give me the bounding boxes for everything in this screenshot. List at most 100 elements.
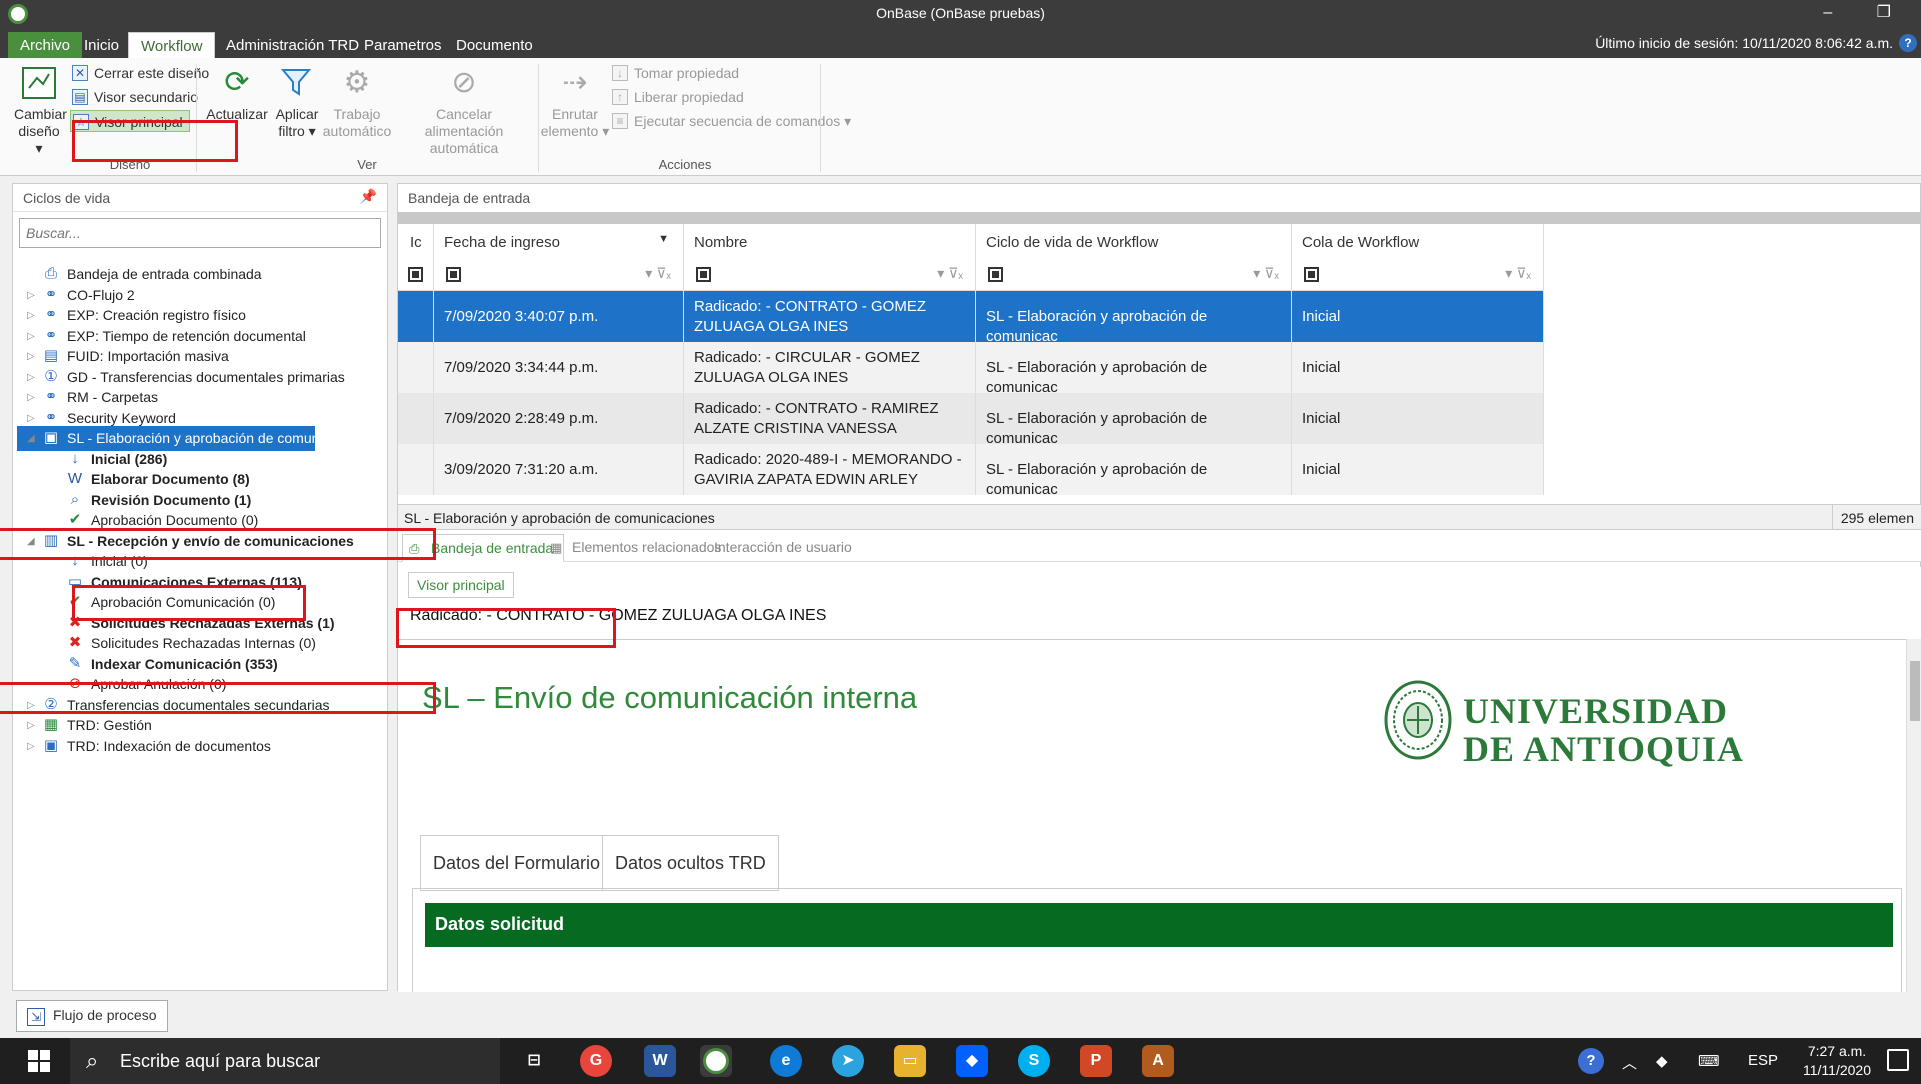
tab-inicio[interactable]: Inicio bbox=[72, 32, 131, 58]
subtab-interaccion[interactable]: Interacción de usuario bbox=[704, 534, 862, 562]
document-viewer: Visor principal Radicado: - CONTRATO - G… bbox=[398, 567, 1921, 992]
tree-item-label: TRD: Indexación de documentos bbox=[67, 737, 271, 754]
window-controls[interactable]: – ❐ bbox=[1823, 2, 1911, 22]
edge-icon[interactable]: e bbox=[770, 1045, 802, 1077]
task-view-icon[interactable]: ⊟ bbox=[518, 1045, 550, 1077]
column-header-nombre[interactable]: Nombre bbox=[684, 224, 976, 257]
scrollbar-thumb[interactable] bbox=[1910, 661, 1920, 721]
trabajo-label: Trabajo bbox=[333, 106, 381, 122]
dropbox-tray-icon[interactable]: ◆ bbox=[1656, 1052, 1668, 1070]
cerrar-diseno-button[interactable]: ✕ Cerrar este diseño bbox=[70, 62, 209, 84]
nombre-line-2: GAVIRIA ZAPATA EDWIN ARLEY bbox=[694, 471, 918, 488]
windows-start-icon[interactable] bbox=[28, 1050, 50, 1072]
tab-parametros[interactable]: Parametros bbox=[352, 32, 454, 58]
visor-secundario-button[interactable]: ▤ Visor secundario bbox=[70, 86, 198, 108]
check-icon: ✔ bbox=[68, 511, 82, 528]
flujo-label: Flujo de proceso bbox=[53, 1007, 157, 1023]
form-tab-datos-ocultos[interactable]: Datos ocultos TRD bbox=[602, 835, 779, 891]
powerpoint-icon[interactable]: P bbox=[1080, 1045, 1112, 1077]
telegram-icon[interactable]: ➤ bbox=[832, 1045, 864, 1077]
column-header-cola[interactable]: Cola de Workflow bbox=[1292, 224, 1544, 257]
help-tray-icon[interactable]: ? bbox=[1578, 1048, 1604, 1074]
nombre-line-2: ALZATE CRISTINA VANESSA bbox=[694, 420, 897, 437]
form-tab-datos-formulario[interactable]: Datos del Formulario bbox=[420, 835, 614, 891]
skype-icon[interactable]: S bbox=[1018, 1045, 1050, 1077]
number-two-icon: ② bbox=[44, 695, 58, 713]
word-icon[interactable]: W bbox=[644, 1045, 676, 1077]
ciclo-cell: SL - Elaboración y aprobación de comunic… bbox=[976, 291, 1292, 342]
aplicar-filtro-button[interactable]: Aplicar filtro ▾ bbox=[272, 66, 322, 140]
taskbar-search-input[interactable]: ⌕ Escribe aquí para buscar bbox=[70, 1038, 500, 1084]
tab-documento[interactable]: Documento bbox=[444, 32, 545, 58]
workflow-icon: ⚭ bbox=[44, 306, 58, 323]
lifecycles-panel: Ciclos de vida 📌 Buscar... ⎙ Bandeja de e… bbox=[12, 183, 388, 991]
subtab-bandeja[interactable]: ⎙ Bandeja de entrada bbox=[402, 534, 565, 562]
nombre-line-1: Radicado: 2020-489-I - MEMORANDO - bbox=[694, 451, 962, 468]
filter-cell-ciclo[interactable]: ▾ ⊽ₓ bbox=[976, 257, 1292, 291]
pin-icon[interactable]: 📌 bbox=[360, 188, 377, 205]
taskbar-clock[interactable]: 7:27 a.m. 11/11/2020 bbox=[1803, 1042, 1871, 1080]
onbase-taskbar-icon[interactable] bbox=[700, 1045, 732, 1077]
acrobat-icon[interactable]: A bbox=[1142, 1045, 1174, 1077]
flujo-proceso-button[interactable]: ⇲ Flujo de proceso bbox=[16, 1000, 168, 1032]
filter-checkbox-icon bbox=[408, 267, 423, 282]
file-explorer-icon[interactable]: ▭ bbox=[894, 1045, 926, 1077]
nombre-line-1: Radicado: - CIRCULAR - GOMEZ bbox=[694, 349, 920, 366]
filter-cell-cola[interactable]: ▾ ⊽ₓ bbox=[1292, 257, 1544, 291]
table-row[interactable]: 3/09/2020 7:31:20 a.m. Radicado: 2020-489… bbox=[398, 444, 1544, 495]
help-icon[interactable]: ? bbox=[1899, 34, 1917, 52]
inbox-header: Bandeja de entrada bbox=[408, 190, 531, 206]
cancelar-alimentacion-button[interactable]: ⊘ Cancelar alimentación automática bbox=[396, 66, 532, 157]
group-acciones-label: Acciones bbox=[658, 157, 712, 172]
tree-item[interactable]: ▷ ▣ TRD: Indexación de documentos bbox=[17, 734, 377, 759]
group-ver-label: Ver bbox=[357, 157, 377, 172]
dropbox-icon[interactable]: ◆ bbox=[956, 1045, 988, 1077]
clear-filter-icon[interactable]: ▾ ⊽ₓ bbox=[937, 265, 963, 282]
clear-filter-icon[interactable]: ▾ ⊽ₓ bbox=[1253, 265, 1279, 282]
table-row[interactable]: 7/09/2020 3:34:44 p.m. Radicado: - CIRCUL… bbox=[398, 342, 1544, 393]
tomar-propiedad-button[interactable]: ↓ Tomar propiedad bbox=[610, 62, 739, 84]
cerrar-label: Cerrar este diseño bbox=[94, 65, 210, 81]
column-header-ciclo[interactable]: Ciclo de vida de Workflow bbox=[976, 224, 1292, 257]
column-header-fecha[interactable]: Fecha de ingreso ▼ bbox=[434, 224, 684, 257]
tab-archivo[interactable]: Archivo bbox=[8, 32, 83, 58]
keyboard-icon[interactable]: ⌨ bbox=[1698, 1052, 1720, 1070]
ciclo-cell: SL - Elaboración y aprobación de comunic… bbox=[976, 393, 1292, 444]
tab-administracion-trd[interactable]: Administración TRD bbox=[214, 32, 371, 58]
viewer-tab-principal[interactable]: Visor principal bbox=[408, 572, 514, 598]
filter-cell-nombre[interactable]: ▾ ⊽ₓ bbox=[684, 257, 976, 291]
table-row[interactable]: 7/09/2020 2:28:49 p.m. Radicado: - CONTRA… bbox=[398, 393, 1544, 444]
expand-arrow-icon[interactable]: ▷ bbox=[27, 734, 39, 759]
viewer-scrollbar[interactable] bbox=[1906, 639, 1921, 992]
process-flow-icon: ⇲ bbox=[27, 1008, 45, 1026]
cambiar-diseno-button[interactable]: Cambiar diseño ▾ bbox=[14, 66, 67, 157]
chrome-icon[interactable]: G bbox=[580, 1045, 612, 1077]
chevron-up-icon[interactable]: ︿ bbox=[1622, 1052, 1637, 1073]
clock-date: 11/11/2020 bbox=[1803, 1062, 1871, 1078]
table-row[interactable]: 7/09/2020 3:40:07 p.m. Radicado: - CONTRA… bbox=[398, 291, 1544, 342]
cambiar-label: Cambiar bbox=[14, 106, 67, 122]
automatica-label: automática bbox=[429, 140, 499, 156]
ejecutar-secuencia-button[interactable]: ≡ Ejecutar secuencia de comandos ▾ bbox=[610, 110, 851, 132]
lifecycle-search-input[interactable]: Buscar... bbox=[19, 218, 381, 248]
visor-principal-button[interactable]: ☆ Visor principal bbox=[70, 110, 190, 132]
subtab-elementos-label: Elementos relacionados bbox=[572, 539, 722, 555]
liberar-propiedad-button[interactable]: ↑ Liberar propiedad bbox=[610, 86, 744, 108]
ciclo-cell: SL - Elaboración y aprobación de comunic… bbox=[976, 444, 1292, 495]
filter-cell-icon[interactable] bbox=[398, 257, 434, 291]
filter-cell-fecha[interactable]: ▾ ⊽ₓ bbox=[434, 257, 684, 291]
enrutar-elemento-button[interactable]: ⇢ Enrutar elemento ▾ bbox=[540, 66, 610, 140]
nombre-line-1: Radicado: - CONTRATO - RAMIREZ bbox=[694, 400, 939, 417]
clear-filter-icon[interactable]: ▾ ⊽ₓ bbox=[1505, 265, 1531, 282]
clear-filter-icon[interactable]: ▾ ⊽ₓ bbox=[645, 265, 671, 282]
tab-workflow[interactable]: Workflow bbox=[128, 32, 216, 58]
screen-icon: ▭ bbox=[67, 572, 83, 590]
diseno-label: diseño ▾ bbox=[18, 123, 60, 156]
trabajo-automatico-button[interactable]: ⚙ Trabajo automático bbox=[322, 66, 392, 140]
language-indicator[interactable]: ESP bbox=[1748, 1052, 1778, 1069]
notification-icon[interactable] bbox=[1887, 1049, 1909, 1071]
review-icon: ⌕ bbox=[70, 490, 80, 508]
fecha-cell: 7/09/2020 3:40:07 p.m. bbox=[434, 291, 684, 342]
actualizar-button[interactable]: ⟳ Actualizar bbox=[202, 66, 272, 123]
column-header-icon[interactable]: Ic bbox=[398, 224, 434, 257]
